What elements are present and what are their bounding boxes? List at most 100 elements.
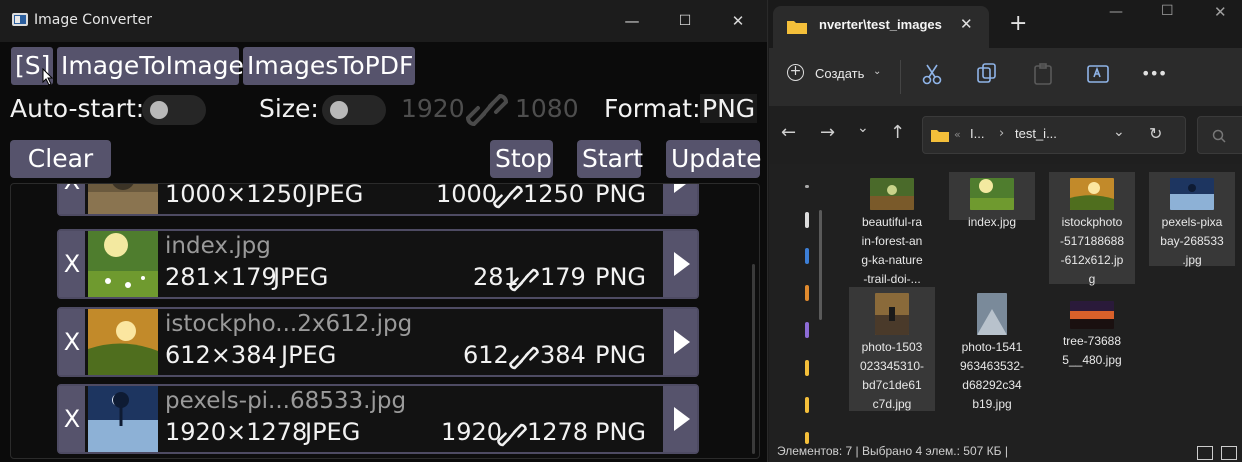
output-format: PNG	[595, 263, 647, 291]
output-format: PNG	[595, 418, 647, 446]
auto-start-toggle[interactable]	[142, 95, 206, 125]
minimize-button[interactable]: —	[612, 8, 652, 34]
back-arrow-icon[interactable]: ←	[781, 122, 796, 143]
file-thumbnail	[1170, 178, 1214, 210]
size-width-field[interactable]: 1920	[401, 94, 465, 123]
output-height[interactable]: 1250	[523, 184, 584, 208]
output-width[interactable]: 1000	[436, 184, 497, 208]
file-thumbnail	[1070, 301, 1114, 329]
link-icon[interactable]	[509, 343, 539, 373]
new-tab-button[interactable]: +	[1009, 11, 1027, 36]
app-title: Image Converter	[34, 12, 153, 28]
output-width[interactable]: 1920	[441, 418, 502, 446]
link-icon[interactable]	[509, 265, 539, 295]
tiles-view-icon[interactable]	[1221, 446, 1237, 460]
tab-images-to-pdf[interactable]: ImagesToPDF	[243, 47, 415, 85]
cut-icon[interactable]	[922, 63, 942, 85]
file-item[interactable]: photo-1541 963463532- d68292c34 b19.jpg	[949, 287, 1035, 414]
file-item[interactable]: pexels-pixa bay-268533 .jpg	[1149, 172, 1235, 267]
explorer-close-button[interactable]: ✕	[1214, 3, 1227, 21]
refresh-icon[interactable]: ↻	[1149, 124, 1162, 143]
play-button[interactable]	[663, 309, 697, 375]
file-item[interactable]: index.jpg	[949, 172, 1035, 229]
list-scrollbar[interactable]	[752, 264, 755, 454]
play-button[interactable]	[663, 386, 697, 452]
mouse-cursor-icon	[42, 68, 54, 86]
output-width[interactable]: 612	[463, 341, 509, 369]
source-format: JPEG	[308, 183, 364, 208]
file-name: index.jpg	[967, 215, 1017, 229]
file-name: photo-1503 023345310- bd7c1de61 c7d.jpg	[859, 340, 925, 411]
paste-icon[interactable]	[1033, 63, 1053, 85]
create-plus-icon: +	[787, 64, 804, 81]
play-button[interactable]	[663, 184, 697, 214]
output-height[interactable]: 384	[540, 341, 586, 369]
explorer-maximize-button[interactable]: ☐	[1161, 3, 1174, 19]
close-button[interactable]: ✕	[718, 8, 758, 34]
explorer-minimize-button[interactable]: —	[1109, 4, 1123, 20]
size-height-field[interactable]: 1080	[515, 94, 579, 123]
app-titlebar[interactable]: Image Converter — ☐ ✕	[0, 0, 767, 42]
link-icon[interactable]	[466, 90, 508, 130]
search-icon	[1212, 129, 1226, 143]
tab-close-icon[interactable]: ✕	[960, 15, 973, 33]
breadcrumb-part[interactable]: I...	[970, 126, 984, 141]
recent-chevron-icon[interactable]: ⌄	[857, 120, 869, 136]
clear-all-button[interactable]: Clear all	[10, 140, 111, 211]
remove-button[interactable]: X	[59, 386, 85, 452]
more-options-icon[interactable]: •••	[1141, 64, 1167, 83]
size-toggle[interactable]	[322, 95, 386, 125]
file-name: istockpho...2x612.jpg	[165, 311, 413, 337]
file-item[interactable]: beautiful-ra in-forest-an g-ka-nature -trai…	[849, 172, 935, 289]
stop-button[interactable]: Stop	[490, 140, 553, 178]
chevron-down-icon[interactable]: ⌄	[873, 66, 881, 77]
address-dropdown-icon[interactable]: ⌄	[1113, 124, 1125, 140]
breadcrumb-overflow[interactable]: «	[954, 128, 961, 141]
explorer-toolbar: + Создать ⌄ •••	[769, 48, 1242, 106]
tab-image-to-image[interactable]: ImageToImage	[57, 47, 244, 85]
link-icon[interactable]	[497, 420, 527, 450]
play-button[interactable]	[663, 231, 697, 297]
file-item[interactable]: tree-73688 5__480.jpg	[1049, 295, 1135, 370]
file-name: pexels-pixa bay-268533 .jpg	[1160, 215, 1224, 267]
status-bar: Элементов: 7 | Выбрано 4 элем.: 507 КБ |	[777, 444, 1008, 458]
remove-button[interactable]: X	[59, 309, 85, 375]
file-item[interactable]: photo-1503 023345310- bd7c1de61 c7d.jpg	[849, 287, 935, 411]
explorer-tab-title: nverter\test_images	[819, 17, 942, 32]
create-button[interactable]: Создать	[815, 66, 864, 81]
rename-icon[interactable]	[1087, 63, 1109, 85]
file-name: index.jpg	[165, 233, 271, 259]
remove-button[interactable]: X	[59, 184, 85, 214]
copy-icon[interactable]	[977, 63, 997, 83]
explorer-tab[interactable]: nverter\test_images ✕	[773, 6, 989, 48]
breadcrumb-current[interactable]: test_i...	[1015, 126, 1057, 141]
search-input[interactable]	[1197, 116, 1242, 154]
forward-arrow-icon[interactable]: →	[820, 122, 835, 143]
output-height[interactable]: 179	[540, 263, 586, 291]
source-dimensions: 281×179	[165, 263, 277, 291]
up-arrow-icon[interactable]: ↑	[890, 122, 905, 143]
image-thumbnail	[88, 386, 158, 452]
maximize-button[interactable]: ☐	[665, 8, 705, 34]
source-dimensions: 1000×1250	[165, 183, 308, 208]
details-view-icon[interactable]	[1197, 446, 1213, 460]
image-list[interactable]: X 1000×1250 JPEG 1000 1250 PNG X index.j…	[10, 183, 760, 459]
address-field[interactable]: « I... › test_i... ⌄ ↻	[922, 116, 1186, 154]
file-explorer-window: nverter\test_images ✕ + — ☐ ✕ + Создать …	[769, 0, 1242, 462]
explorer-tabbar[interactable]: nverter\test_images ✕ + — ☐ ✕	[769, 0, 1242, 48]
size-label: Size:	[259, 94, 319, 123]
format-label: Format:	[604, 94, 701, 123]
source-format: JPEG	[305, 418, 361, 446]
remove-button[interactable]: X	[59, 231, 85, 297]
list-item: X 1000×1250 JPEG 1000 1250 PNG	[57, 183, 699, 216]
format-select[interactable]: PNG	[700, 94, 758, 123]
file-thumbnail	[870, 178, 914, 210]
link-icon[interactable]	[493, 183, 523, 212]
source-dimensions: 612×384	[165, 341, 277, 369]
breadcrumb-separator: ›	[999, 126, 1005, 141]
update-button[interactable]: Update	[666, 140, 762, 178]
file-item[interactable]: istockphoto -517188688 -612x612.jp g	[1049, 172, 1135, 286]
start-button[interactable]: Start	[577, 140, 643, 178]
output-height[interactable]: 1278	[527, 418, 588, 446]
file-thumbnail	[875, 293, 909, 335]
